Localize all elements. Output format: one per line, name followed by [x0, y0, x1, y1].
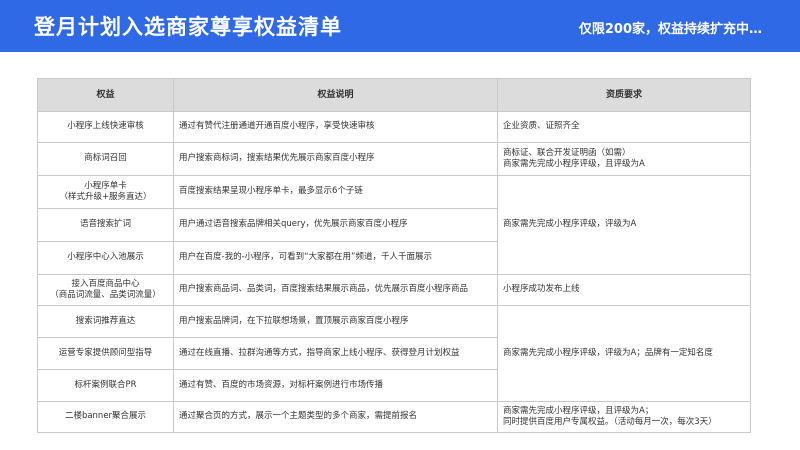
description-cell: 百度搜索结果呈现小程序单卡，最多显示6个子链 [173, 175, 498, 209]
benefit-cell: 标杆案例联合PR [37, 369, 174, 402]
description-cell: 通过有赞、百度的市场资源，对标杆案例进行市场传播 [173, 369, 498, 402]
header-requirement: 资质要求 [497, 78, 751, 112]
benefit-cell: 小程序单卡 （样式升级+服务直达） [37, 175, 174, 209]
table-row: 小程序单卡 （样式升级+服务直达） 百度搜索结果呈现小程序单卡，最多显示6个子链… [37, 175, 751, 275]
table-row: 商标词召回 用户搜索商标词，搜索结果优先展示商家百度小程序 商标证、联合开发证明… [37, 142, 751, 176]
page-subtitle: 仅限200家，权益持续扩充中… [578, 22, 762, 37]
table-row: 小程序上线快速审核 通过有赞代注册通道开通百度小程序，享受快速审核 企业资质、证… [37, 111, 751, 143]
description-cell: 用户通过语音搜索品牌相关query，优先展示商家百度小程序 [173, 208, 498, 242]
benefit-cell: 搜索词推荐直达 [37, 305, 174, 338]
benefits-table: 权益 权益说明 资质要求 小程序上线快速审核 通过有赞代注册通道开通百度小程序，… [37, 78, 751, 433]
benefit-cell: 小程序中心入池展示 [37, 241, 174, 275]
benefit-cell: 二楼banner聚合展示 [37, 401, 174, 433]
requirement-cell: 商家需先完成小程序评级，评级为A；品牌有一定知名度 [497, 305, 751, 402]
table-row: 搜索词推荐直达 用户搜索品牌词，在下拉联想场景，置顶展示商家百度小程序 商家需先… [37, 305, 751, 402]
table-header-row: 权益 权益说明 资质要求 [37, 78, 751, 112]
requirement-cell: 商家需先完成小程序评级，评级为A [497, 175, 751, 275]
benefit-cell: 语音搜索扩词 [37, 208, 174, 242]
description-cell: 用户搜索商品词、品类词，百度搜索结果展示商品，优先展示百度小程序商品 [173, 274, 498, 306]
description-cell: 用户在百度-我的-小程序，可看到“大家都在用”频道，千人千面展示 [173, 241, 498, 275]
benefit-cell: 运营专家提供顾问型指导 [37, 337, 174, 370]
table-row: 二楼banner聚合展示 通过聚合页的方式，展示一个主题类型的多个商家，需提前报… [37, 401, 751, 433]
requirement-cell: 商家需先完成小程序评级，且评级为A； 同时提供百度用户专属权益。（活动每月一次，… [497, 401, 751, 433]
table-row: 接入百度商品中心 （商品词流量、品类词流量） 用户搜索商品词、品类词，百度搜索结… [37, 274, 751, 306]
description-cell: 通过聚合页的方式，展示一个主题类型的多个商家，需提前报名 [173, 401, 498, 433]
description-cell: 用户搜索品牌词，在下拉联想场景，置顶展示商家百度小程序 [173, 305, 498, 338]
benefit-cell: 接入百度商品中心 （商品词流量、品类词流量） [37, 274, 174, 306]
description-cell: 用户搜索商标词，搜索结果优先展示商家百度小程序 [173, 142, 498, 176]
requirement-cell: 小程序成功发布上线 [497, 274, 751, 306]
page-title: 登月计划入选商家尊享权益清单 [34, 15, 342, 39]
title-banner: 登月计划入选商家尊享权益清单 仅限200家，权益持续扩充中… [0, 0, 800, 52]
description-cell: 通过有赞代注册通道开通百度小程序，享受快速审核 [173, 111, 498, 143]
requirement-cell: 企业资质、证照齐全 [497, 111, 751, 143]
benefit-cell: 商标词召回 [37, 142, 174, 176]
benefit-cell: 小程序上线快速审核 [37, 111, 174, 143]
header-description: 权益说明 [173, 78, 498, 112]
requirement-cell: 商标证、联合开发证明函（如需） 商家需先完成小程序评级，且评级为A [497, 142, 751, 176]
header-benefit: 权益 [37, 78, 174, 112]
description-cell: 通过在线直播、拉群沟通等方式，指导商家上线小程序、获得登月计划权益 [173, 337, 498, 370]
